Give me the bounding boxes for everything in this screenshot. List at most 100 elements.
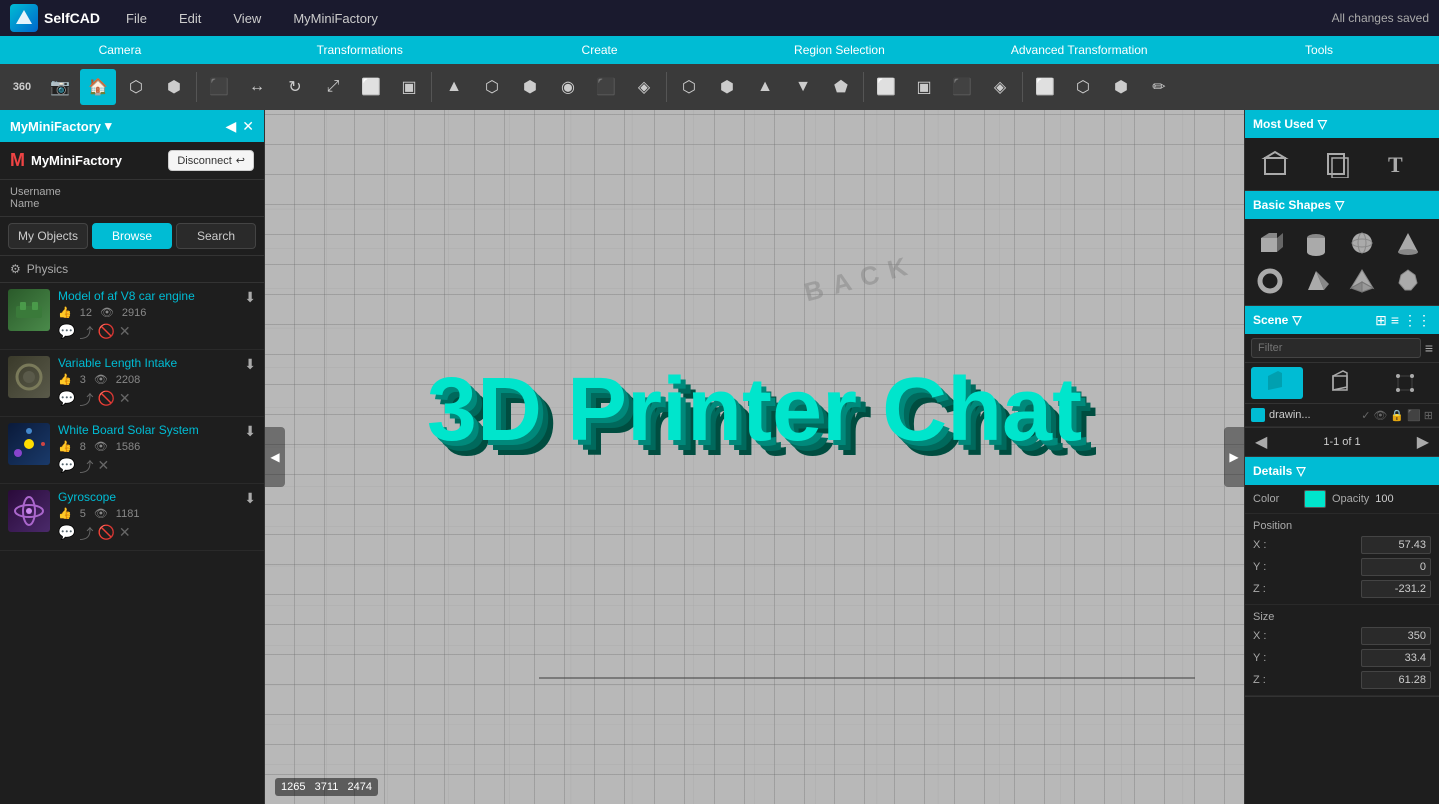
download-icon-gyro[interactable]: ⬇ xyxy=(244,490,256,507)
tool-transform1[interactable]: ⬛ xyxy=(201,69,237,105)
viewport[interactable]: BACK 3D Printer Chat ◀ ▶ 1265 3711 2474 xyxy=(265,110,1244,804)
tab-browse[interactable]: Browse xyxy=(92,223,172,249)
item-title-solar[interactable]: White Board Solar System xyxy=(58,423,236,437)
tab-search[interactable]: Search xyxy=(176,223,256,249)
comment-icon-intake[interactable]: 💬 xyxy=(58,390,75,410)
tool-region4[interactable]: ▼ xyxy=(785,69,821,105)
menu-file[interactable]: File xyxy=(120,7,153,30)
size-z-input[interactable] xyxy=(1361,671,1431,689)
tool-create1[interactable]: ▲ xyxy=(436,69,472,105)
share-icon-v8[interactable]: ⤴ xyxy=(79,323,93,343)
tool-region3[interactable]: ▲ xyxy=(747,69,783,105)
scene-filter-input[interactable] xyxy=(1251,338,1421,358)
viewport-arrow-right[interactable]: ▶ xyxy=(1224,427,1244,487)
disconnect-button[interactable]: Disconnect ↩ xyxy=(168,150,254,171)
tab-create[interactable]: Create xyxy=(480,36,720,64)
tab-my-objects[interactable]: My Objects xyxy=(8,223,88,249)
size-x-input[interactable] xyxy=(1361,627,1431,645)
menu-edit[interactable]: Edit xyxy=(173,7,207,30)
size-y-input[interactable] xyxy=(1361,649,1431,667)
download-icon-solar[interactable]: ⬇ xyxy=(244,423,256,440)
tool-transform4[interactable]: ⤢ xyxy=(315,69,351,105)
scene-filter-btn[interactable]: ≡ xyxy=(1425,340,1433,356)
tool-create6[interactable]: ◈ xyxy=(626,69,662,105)
shape-dodecahedron[interactable] xyxy=(1389,263,1427,299)
scene-item-name[interactable]: drawin... xyxy=(1269,409,1357,421)
pos-x-input[interactable] xyxy=(1361,536,1431,554)
tool-tools3[interactable]: ⬢ xyxy=(1103,69,1139,105)
tab-transformations[interactable]: Transformations xyxy=(240,36,480,64)
tool-camera4[interactable]: ⬢ xyxy=(156,69,192,105)
scene-type-wire[interactable] xyxy=(1316,367,1368,399)
scene-type-solid[interactable] xyxy=(1251,367,1303,399)
shape-pyramid[interactable] xyxy=(1297,263,1335,299)
tab-tools[interactable]: Tools xyxy=(1199,36,1439,64)
tool-create2[interactable]: ⬡ xyxy=(474,69,510,105)
share-icon-intake[interactable]: ⤴ xyxy=(79,390,93,410)
tool-adv3[interactable]: ⬛ xyxy=(944,69,980,105)
scene-grid-icon[interactable]: ⊞ xyxy=(1375,312,1387,329)
share-icon-gyro[interactable]: ⤴ xyxy=(79,524,93,544)
pag-next[interactable]: ▶ xyxy=(1413,432,1433,452)
shape-cone[interactable] xyxy=(1389,225,1427,261)
comment-icon-solar[interactable]: 💬 xyxy=(58,457,75,477)
tool-adv2[interactable]: ▣ xyxy=(906,69,942,105)
shape-cylinder[interactable] xyxy=(1297,225,1335,261)
menu-mymini[interactable]: MyMiniFactory xyxy=(287,7,384,30)
comment-icon-gyro[interactable]: 💬 xyxy=(58,524,75,544)
download-icon-intake[interactable]: ⬇ xyxy=(244,356,256,373)
tool-region2[interactable]: ⬢ xyxy=(709,69,745,105)
share-icon-solar[interactable]: ⤴ xyxy=(79,457,93,477)
item-title-intake[interactable]: Variable Length Intake xyxy=(58,356,236,370)
item-title-gyro[interactable]: Gyroscope xyxy=(58,490,236,504)
tool-360[interactable]: 360 xyxy=(4,69,40,105)
shape-sphere[interactable] xyxy=(1343,225,1381,261)
close-icon-v8[interactable]: ✕ xyxy=(119,323,131,343)
tool-region1[interactable]: ⬡ xyxy=(671,69,707,105)
tool-tools2[interactable]: ⬡ xyxy=(1065,69,1101,105)
tool-tools4[interactable]: ✏ xyxy=(1141,69,1177,105)
item-title-v8[interactable]: Model of af V8 car engine xyxy=(58,289,236,303)
most-used-icon-text[interactable]: T xyxy=(1374,144,1422,184)
pos-y-input[interactable] xyxy=(1361,558,1431,576)
block-icon-v8[interactable]: 🚫 xyxy=(97,323,114,343)
tool-create5[interactable]: ⬛ xyxy=(588,69,624,105)
most-used-icon-1[interactable] xyxy=(1251,144,1299,184)
shape-torus[interactable] xyxy=(1251,263,1289,299)
shape-cube[interactable] xyxy=(1251,225,1289,261)
tool-transform2[interactable]: ↔ xyxy=(239,69,275,105)
tool-region5[interactable]: ⬟ xyxy=(823,69,859,105)
pos-z-input[interactable] xyxy=(1361,580,1431,598)
tool-tools1[interactable]: ⬜ xyxy=(1027,69,1063,105)
download-icon-v8[interactable]: ⬇ xyxy=(244,289,256,306)
panel-close-btn[interactable]: ✕ xyxy=(242,118,254,135)
color-swatch[interactable] xyxy=(1304,490,1326,508)
tool-transform3[interactable]: ↻ xyxy=(277,69,313,105)
panel-left-arrow[interactable]: ◀ xyxy=(225,118,236,135)
tool-transform5[interactable]: ⬜ xyxy=(353,69,389,105)
scene-item-cube2[interactable]: ⬛ xyxy=(1407,409,1421,422)
most-used-icon-2[interactable] xyxy=(1312,144,1360,184)
tool-camera1[interactable]: 📷 xyxy=(42,69,78,105)
tool-adv1[interactable]: ⬜ xyxy=(868,69,904,105)
scene-dots-icon[interactable]: ⋮⋮ xyxy=(1403,312,1431,329)
menu-view[interactable]: View xyxy=(227,7,267,30)
tab-region-selection[interactable]: Region Selection xyxy=(719,36,959,64)
tool-create4[interactable]: ◉ xyxy=(550,69,586,105)
scene-type-point[interactable] xyxy=(1381,367,1433,399)
pag-prev[interactable]: ◀ xyxy=(1251,432,1271,452)
close-icon-solar[interactable]: ✕ xyxy=(97,457,109,477)
tool-camera3[interactable]: ⬡ xyxy=(118,69,154,105)
scene-item-lock[interactable]: 🔒 xyxy=(1390,409,1404,422)
comment-icon-v8[interactable]: 💬 xyxy=(58,323,75,343)
viewport-arrow-left[interactable]: ◀ xyxy=(265,427,285,487)
tool-create3[interactable]: ⬢ xyxy=(512,69,548,105)
scene-list-icon[interactable]: ≡ xyxy=(1391,312,1399,329)
close-icon-gyro[interactable]: ✕ xyxy=(119,524,131,544)
scene-item-eye[interactable]: 👁 xyxy=(1373,409,1387,422)
tab-camera[interactable]: Camera xyxy=(0,36,240,64)
scene-item-grid[interactable]: ⊞ xyxy=(1424,409,1433,422)
block-icon-intake[interactable]: 🚫 xyxy=(97,390,114,410)
shape-icosphere[interactable] xyxy=(1343,263,1381,299)
tool-adv4[interactable]: ◈ xyxy=(982,69,1018,105)
